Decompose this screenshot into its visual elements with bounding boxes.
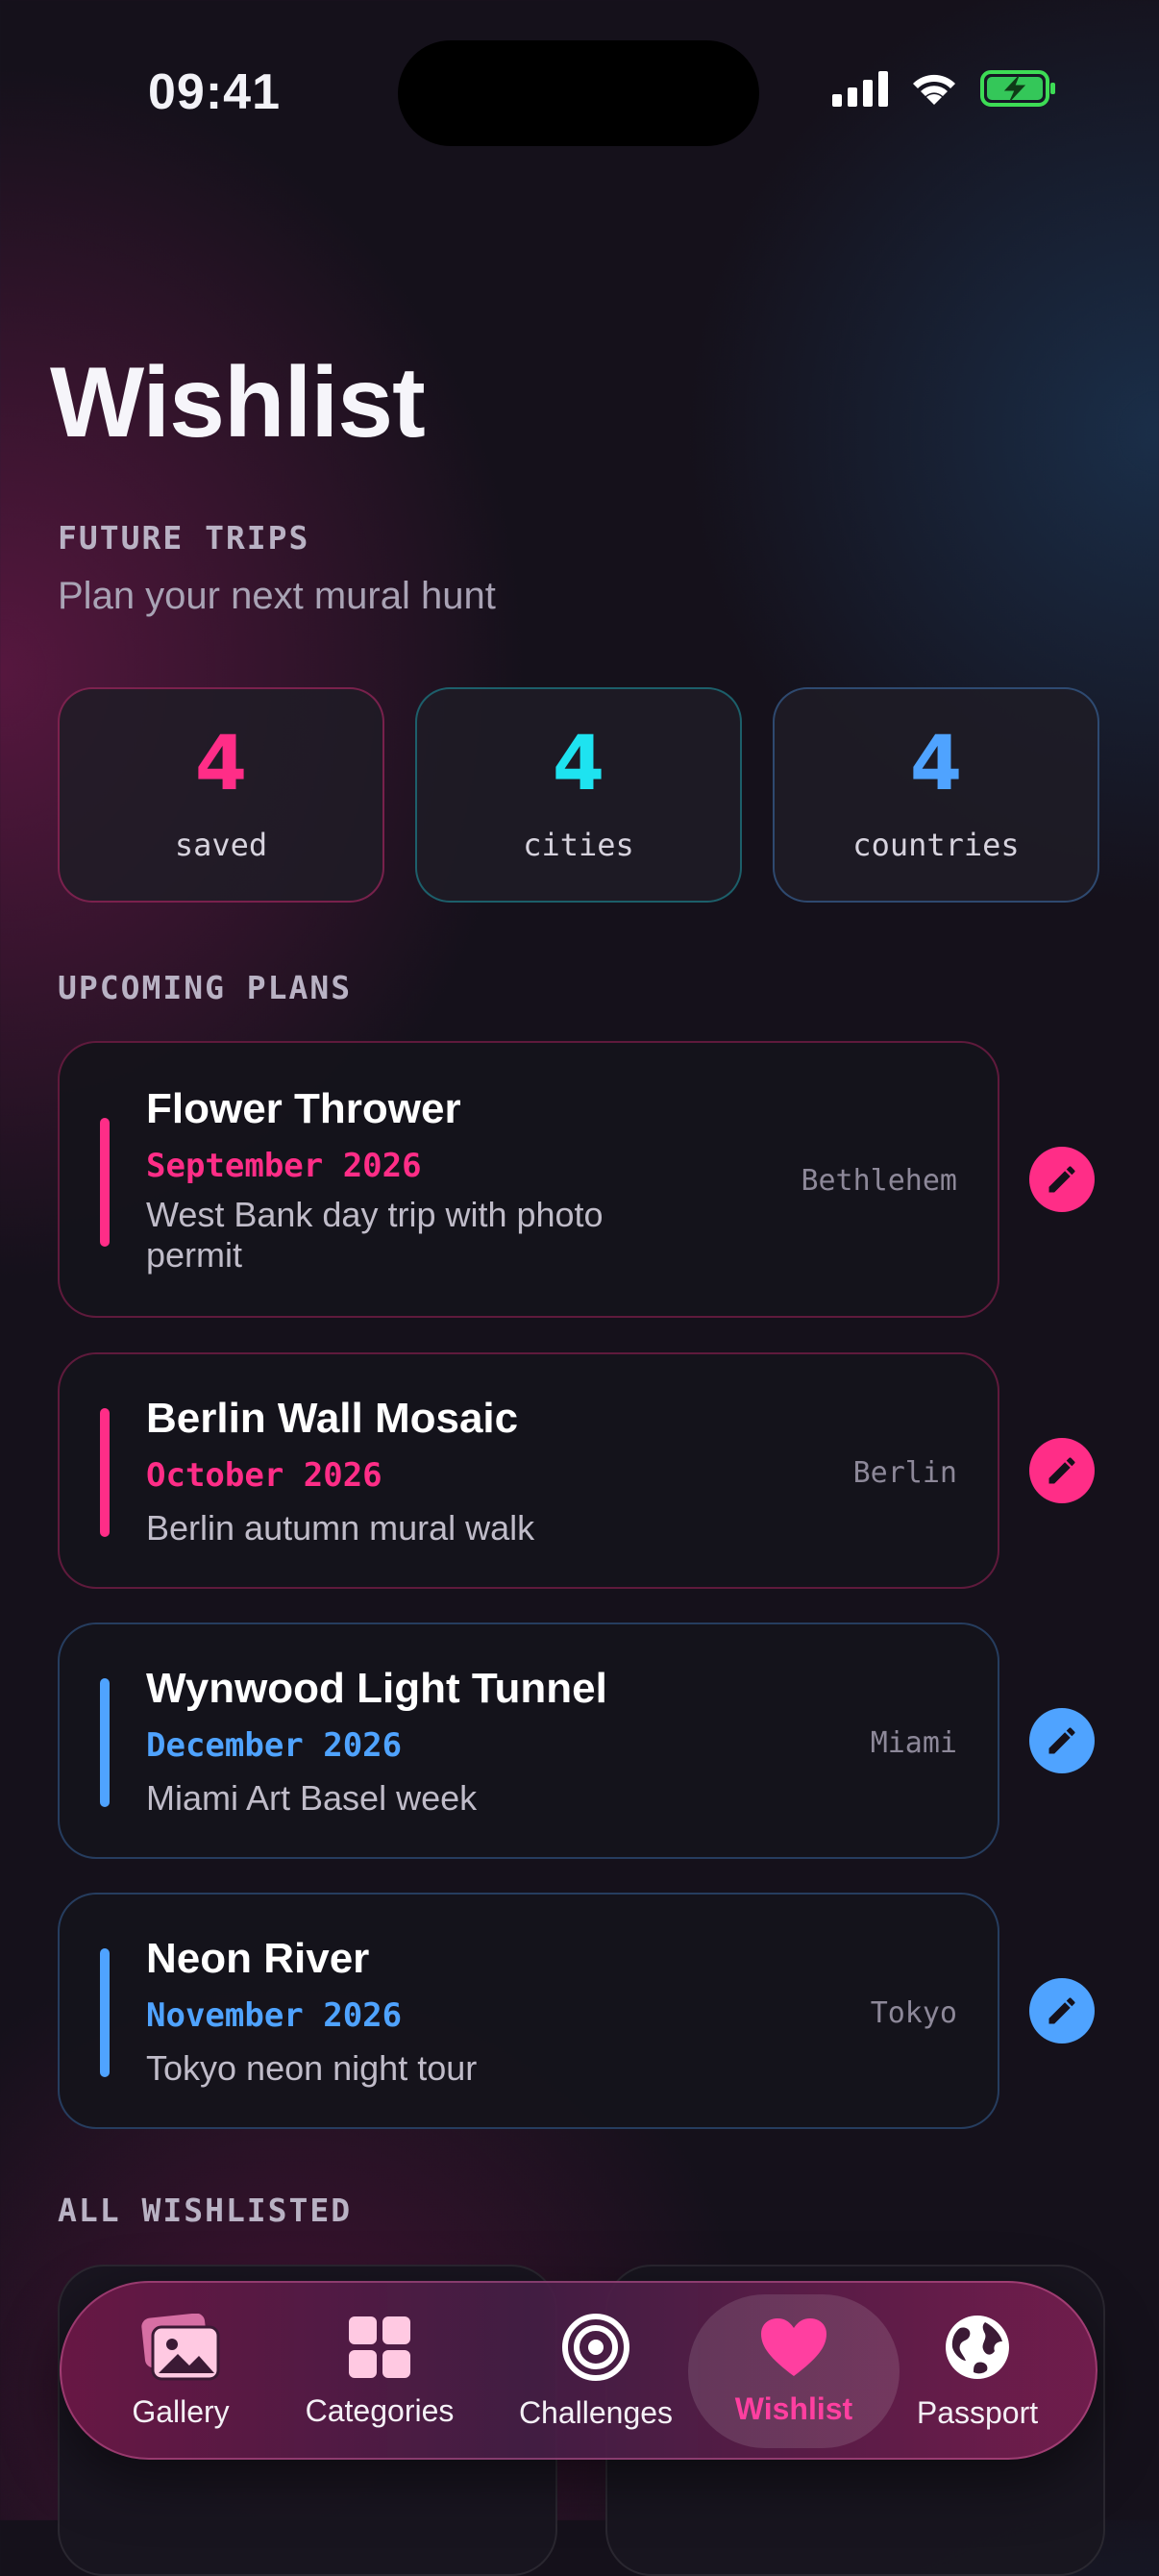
status-icons <box>832 69 1057 108</box>
target-icon <box>562 2313 629 2381</box>
edit-plan-button[interactable] <box>1029 1708 1095 1773</box>
plan-date: December 2026 <box>146 1726 403 1765</box>
tab-label: Passport <box>916 2394 1039 2430</box>
plan-name: Flower Thrower <box>146 1085 461 1132</box>
stat-label: cities <box>523 827 634 863</box>
tab-label: Wishlist <box>734 2390 853 2426</box>
plan-date: November 2026 <box>146 1996 403 2035</box>
plan-city: Tokyo <box>870 1996 957 2030</box>
section-upcoming-plans: UPCOMING PLANS <box>58 969 353 1006</box>
stat-value: 4 <box>194 721 248 807</box>
tab-wishlist[interactable]: Wishlist <box>688 2294 900 2448</box>
plan-city: Bethlehem <box>801 1164 957 1198</box>
stat-card-saved: 4 saved <box>58 687 384 903</box>
page-subtitle: Plan your next mural hunt <box>58 575 496 617</box>
plan-card[interactable]: Flower Thrower September 2026 West Bank … <box>58 1041 999 1318</box>
photos-icon <box>141 2313 220 2380</box>
tab-label: Gallery <box>132 2393 230 2429</box>
plan-name: Wynwood Light Tunnel <box>146 1665 607 1712</box>
cellular-signal-icon <box>832 71 888 107</box>
section-all-wishlisted: ALL WISHLISTED <box>58 2192 353 2229</box>
plan-note: Miami Art Basel week <box>146 1778 478 1818</box>
plan-date: October 2026 <box>146 1456 382 1495</box>
plan-card[interactable]: Wynwood Light Tunnel December 2026 Miami… <box>58 1622 999 1859</box>
edit-plan-button[interactable] <box>1029 1978 1095 2043</box>
tab-challenges[interactable]: Challenges <box>490 2294 702 2448</box>
pencil-icon <box>1048 1166 1075 1193</box>
stat-card-countries: 4 countries <box>773 687 1099 903</box>
plan-name: Neon River <box>146 1935 370 1982</box>
battery-charging-icon <box>980 70 1055 107</box>
tab-label: Categories <box>305 2392 455 2428</box>
wifi-icon <box>913 74 955 105</box>
stat-card-cities: 4 cities <box>415 687 742 903</box>
plan-accent-bar <box>100 1118 110 1247</box>
plan-city: Miami <box>870 1726 957 1760</box>
stat-label: countries <box>852 827 1020 863</box>
tab-categories[interactable]: Categories <box>274 2294 485 2448</box>
heart-icon <box>761 2317 826 2376</box>
dynamic-island <box>398 40 759 146</box>
plan-note: Tokyo neon night tour <box>146 2048 478 2088</box>
plan-date: September 2026 <box>146 1147 422 1185</box>
plan-city: Berlin <box>852 1456 957 1490</box>
plan-note: West Bank day trip with photo permit <box>146 1195 604 1275</box>
stat-value: 4 <box>909 721 963 807</box>
globe-icon <box>946 2315 1009 2379</box>
pencil-icon <box>1048 1997 1075 2024</box>
edit-plan-button[interactable] <box>1029 1147 1095 1212</box>
edit-plan-button[interactable] <box>1029 1438 1095 1503</box>
plan-accent-bar <box>100 1678 110 1807</box>
tab-label: Challenges <box>518 2394 674 2430</box>
tab-gallery[interactable]: Gallery <box>75 2294 286 2448</box>
tab-bar: Gallery Categories Challenges Wishlist P… <box>60 2281 1097 2460</box>
stat-value: 4 <box>552 721 605 807</box>
section-eyebrow: FUTURE TRIPS <box>58 519 310 557</box>
pencil-icon <box>1048 1457 1075 1484</box>
stat-label: saved <box>174 827 268 863</box>
plan-card[interactable]: Neon River November 2026 Tokyo neon nigh… <box>58 1893 999 2129</box>
plan-accent-bar <box>100 1408 110 1537</box>
tab-passport[interactable]: Passport <box>872 2294 1083 2448</box>
status-time: 09:41 <box>148 64 281 120</box>
plan-accent-bar <box>100 1948 110 2077</box>
pencil-icon <box>1048 1727 1075 1754</box>
page-title: Wishlist <box>50 347 426 458</box>
plan-name: Berlin Wall Mosaic <box>146 1395 519 1442</box>
plan-note: Berlin autumn mural walk <box>146 1508 535 1548</box>
grid-icon <box>349 2316 410 2378</box>
plan-card[interactable]: Berlin Wall Mosaic October 2026 Berlin a… <box>58 1352 999 1589</box>
